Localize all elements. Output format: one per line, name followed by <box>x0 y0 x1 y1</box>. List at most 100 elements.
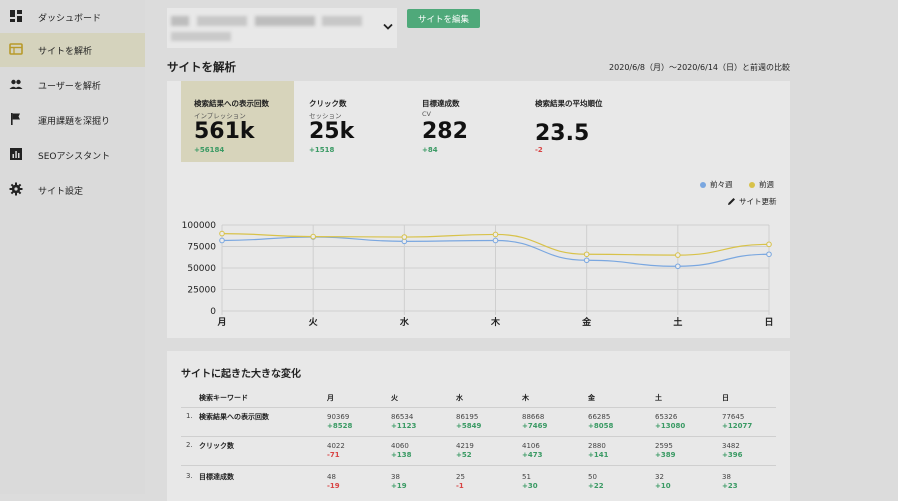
cell-delta: +5849 <box>456 422 482 430</box>
cell-delta: +10 <box>655 482 671 490</box>
cell-value: 2595 <box>655 442 673 450</box>
cell-delta: +396 <box>722 451 743 459</box>
kpi-title: 目標達成数 <box>422 99 460 108</box>
line-chart: 100000 75000 50000 25000 0月 火 水 木 金 土 日 <box>182 221 774 328</box>
kpi-delta: +84 <box>422 146 438 154</box>
data-point <box>766 251 772 258</box>
cell-value: 77645 <box>722 413 745 421</box>
cell-delta: +22 <box>588 482 604 490</box>
kpi-subtitle: CV <box>422 110 431 118</box>
data-point <box>766 241 772 248</box>
data-point <box>675 252 681 258</box>
kpi-title: 検索結果への表示回数 <box>194 99 269 108</box>
data-point <box>583 251 590 258</box>
kpi-average-rank[interactable]: 検索結果の平均順位 23.5 -2 <box>522 81 642 162</box>
cell-delta: +473 <box>522 451 543 459</box>
column-header: 火 <box>391 394 398 402</box>
sidebar-item-seo-assistant[interactable]: SEOアシスタント <box>0 138 145 172</box>
legend-prev[interactable]: 前週 <box>749 179 774 190</box>
bar-chart-icon <box>10 148 22 160</box>
kpi-delta: -2 <box>535 146 543 154</box>
kpi-conversions[interactable]: 目標達成数 CV 282 +84 <box>409 81 519 162</box>
cell-delta: +8528 <box>327 422 353 430</box>
kpi-delta: +56184 <box>194 146 225 154</box>
page-title: サイトを解析 <box>167 60 236 74</box>
legend-prev2[interactable]: 前々週 <box>700 179 733 190</box>
cell-value: 2880 <box>588 442 606 450</box>
web-icon <box>9 43 23 55</box>
cell-delta: +8058 <box>588 422 614 430</box>
legend-swatch <box>700 181 706 188</box>
cell-value: 66285 <box>588 413 611 421</box>
cell-delta: +7469 <box>522 422 548 430</box>
sidebar-item-label: サイト設定 <box>38 186 84 197</box>
cell-delta: +13080 <box>655 422 686 430</box>
kpi-value: 25k <box>309 119 355 144</box>
x-tick-label: 土 <box>673 316 682 328</box>
y-tick-label: 100000 <box>182 221 217 231</box>
data-point <box>401 234 408 240</box>
cell-value: 4022 <box>327 442 345 450</box>
sidebar-item-issues[interactable]: 運用課題を深掘り <box>0 103 145 137</box>
row-label: 検索結果への表示回数 <box>199 413 269 421</box>
cell-delta: +52 <box>456 451 472 459</box>
cell-value: 4106 <box>522 442 540 450</box>
legend-label: 前週 <box>759 180 774 189</box>
cell-value: 90369 <box>327 413 350 421</box>
cell-value: 3482 <box>722 442 740 450</box>
cell-delta: -71 <box>327 451 340 459</box>
cell-delta: -19 <box>327 482 340 490</box>
row-rank: 2. <box>186 441 193 449</box>
x-tick-label: 木 <box>490 316 501 328</box>
cell-delta: +12077 <box>722 422 753 430</box>
cell-delta: +389 <box>655 451 676 459</box>
cell-value: 4060 <box>391 442 409 450</box>
cell-delta: +1123 <box>391 422 417 430</box>
divider <box>181 407 776 408</box>
kpi-value: 23.5 <box>535 121 590 146</box>
kpi-clicks[interactable]: クリック数 セッション 25k +1518 <box>296 81 406 162</box>
sidebar-item-site-settings[interactable]: サイト設定 <box>0 173 145 207</box>
sidebar-item-label: SEOアシスタント <box>38 151 111 162</box>
data-point <box>492 231 499 238</box>
cell-value: 38 <box>391 473 400 481</box>
cell-delta: +23 <box>722 482 738 490</box>
cell-delta: +141 <box>588 451 609 459</box>
divider <box>181 465 776 466</box>
data-point <box>675 263 681 270</box>
site-update-button[interactable]: サイト更新 <box>727 196 777 207</box>
data-point <box>492 237 499 244</box>
kpi-impressions[interactable]: 検索結果への表示回数 インプレッション 561k +56184 <box>181 81 294 162</box>
site-update-label: サイト更新 <box>739 197 777 206</box>
pencil-icon <box>728 198 735 205</box>
divider <box>181 436 776 437</box>
kpi-value: 561k <box>194 119 255 144</box>
y-tick-label: 50000 <box>187 264 216 274</box>
x-tick-label: 月 <box>216 317 226 328</box>
cell-value: 86195 <box>456 413 479 421</box>
row-label: クリック数 <box>199 442 234 450</box>
y-tick-label: 0 <box>210 307 216 317</box>
kpi-delta: +1518 <box>309 146 335 154</box>
sidebar-item-dashboard[interactable]: ダッシュボード <box>0 0 145 34</box>
data-point <box>583 257 590 264</box>
changes-card: サイトに起きた大きな変化 検索キーワード 月 火 水 木 金 土 日 1. 検索結… <box>167 351 790 501</box>
column-header: 日 <box>722 394 729 402</box>
data-point <box>219 237 225 244</box>
date-period: 2020/6/8（月）〜2020/6/14（日）と前週の比較 <box>609 63 790 72</box>
cell-value: 4219 <box>456 442 474 450</box>
sidebar-item-label: サイトを解析 <box>38 46 93 57</box>
cell-value: 38 <box>722 473 731 481</box>
sidebar-item-label: 運用課題を深掘り <box>38 116 111 127</box>
analysis-card: 検索結果への表示回数 インプレッション 561k +56184 クリック数 セッ… <box>167 81 790 338</box>
edit-site-button[interactable]: サイトを編集 <box>407 9 480 28</box>
y-tick-label: 25000 <box>187 286 216 296</box>
sidebar-item-label: ユーザーを解析 <box>38 81 101 92</box>
site-selector[interactable] <box>167 8 397 48</box>
flag-icon <box>11 113 20 125</box>
row-rank: 1. <box>186 412 193 420</box>
column-header: 月 <box>327 394 334 402</box>
chevron-down-icon[interactable] <box>383 23 393 31</box>
sidebar-item-site-analysis[interactable]: サイトを解析 <box>0 33 145 67</box>
sidebar-item-user-analysis[interactable]: ユーザーを解析 <box>0 68 145 102</box>
